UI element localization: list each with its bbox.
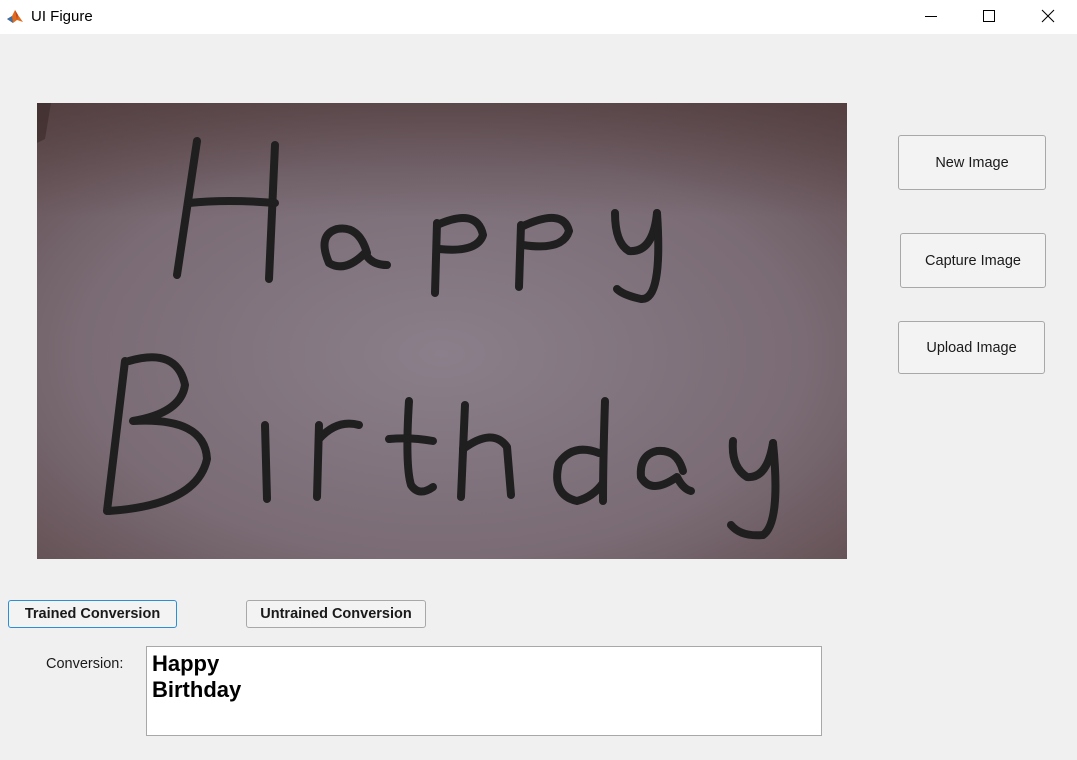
conversion-line: Happy xyxy=(152,651,220,676)
conversion-textarea[interactable]: Happy Birthday xyxy=(146,646,822,736)
window-title: UI Figure xyxy=(31,8,93,25)
upload-image-button[interactable]: Upload Image xyxy=(898,321,1045,374)
maximize-button[interactable] xyxy=(961,0,1017,32)
captured-image xyxy=(37,103,847,559)
maximize-icon xyxy=(983,10,995,22)
matlab-icon xyxy=(6,7,24,25)
close-icon xyxy=(1041,9,1055,23)
title-bar: UI Figure xyxy=(0,0,1077,34)
close-button[interactable] xyxy=(1020,0,1076,32)
conversion-line: Birthday xyxy=(152,677,242,702)
capture-image-button[interactable]: Capture Image xyxy=(900,233,1046,288)
minimize-button[interactable] xyxy=(903,0,959,32)
conversion-label: Conversion: xyxy=(46,656,124,672)
untrained-conversion-button[interactable]: Untrained Conversion xyxy=(246,600,426,628)
minimize-icon xyxy=(925,16,937,17)
new-image-button[interactable]: New Image xyxy=(898,135,1046,190)
trained-conversion-button[interactable]: Trained Conversion xyxy=(8,600,177,628)
